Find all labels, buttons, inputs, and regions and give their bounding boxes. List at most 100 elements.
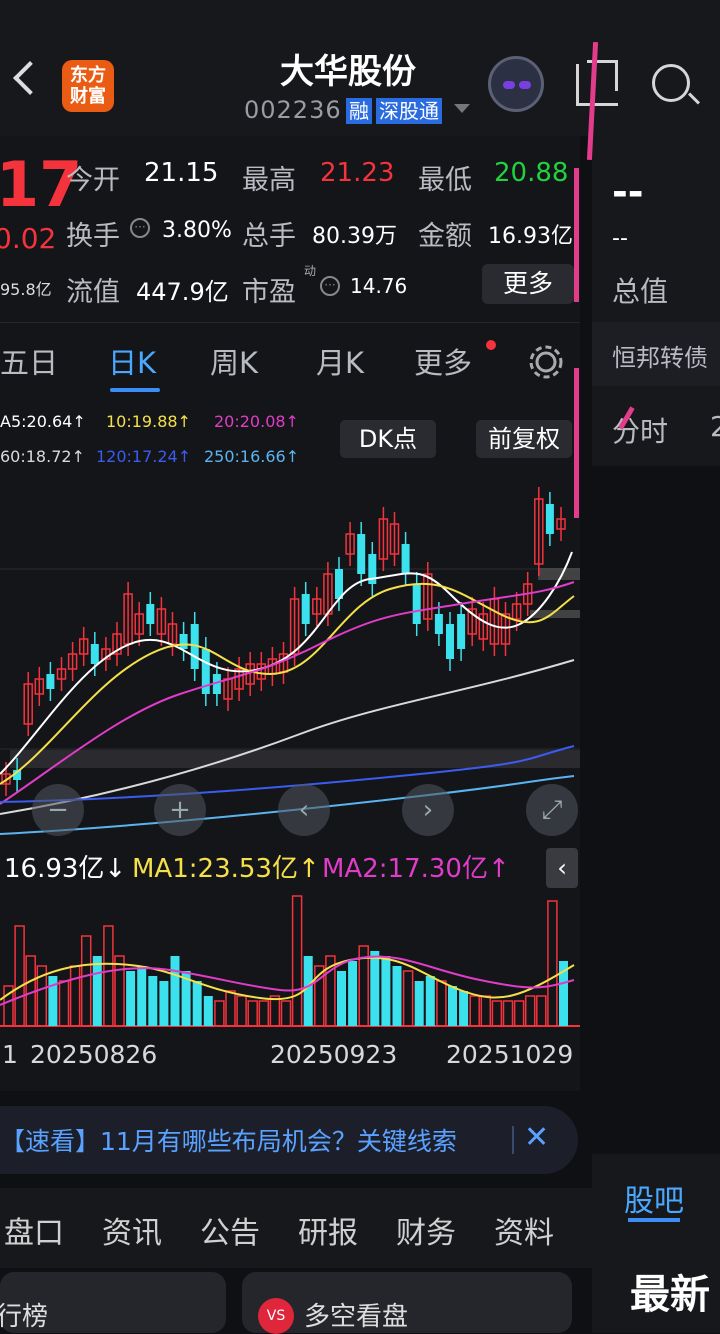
volume-bar (425, 976, 435, 1026)
date-label: 1 (2, 1040, 18, 1069)
fullscreen-icon[interactable]: ⤢ (526, 784, 578, 836)
volume-bar (203, 996, 213, 1026)
candle (146, 592, 155, 636)
stock-code: 002236 (244, 96, 342, 124)
tab-news[interactable]: 资讯 (102, 1208, 162, 1252)
volume-bar (69, 965, 81, 1027)
latest-label: 最新 (630, 1272, 710, 1318)
share-icon[interactable] (576, 60, 618, 106)
volume-bar (148, 976, 158, 1026)
candle (357, 522, 366, 586)
candle (156, 597, 167, 646)
tab-research[interactable]: 研报 (298, 1208, 358, 1252)
date-label: 20250826 (30, 1040, 158, 1069)
turnover-label: 换手 (66, 221, 120, 252)
side-fenshi-tab[interactable]: 分时 (612, 410, 668, 450)
volume-bar (214, 1000, 225, 1027)
volume-bar (192, 981, 202, 1026)
volume-bar (547, 900, 558, 1027)
price-change: 0.02 (0, 222, 57, 255)
float-label: 流值 (66, 277, 120, 308)
volume-bar (280, 1000, 292, 1027)
high-value: 21.23 (320, 158, 395, 188)
volume-bar (337, 971, 346, 1026)
caret-down-icon[interactable] (454, 104, 470, 113)
volume-bar (137, 966, 147, 1026)
candle (23, 672, 33, 736)
volume-bar (381, 956, 391, 1026)
low-label: 最低 (418, 165, 472, 196)
divider (512, 1126, 514, 1154)
candle (500, 602, 511, 656)
candle (223, 667, 233, 711)
amount-value: 16.93亿 (488, 224, 573, 249)
tab-finance[interactable]: 财务 (396, 1208, 456, 1252)
float-value: 447.9亿 (136, 278, 229, 306)
volume-current: 16.93亿↓ (4, 854, 127, 884)
settings-gear-icon[interactable] (526, 342, 566, 382)
candle (78, 627, 89, 666)
market-cap: 95.8亿 (0, 280, 52, 299)
volume-ma2: MA2:17.30亿↑ (322, 854, 510, 884)
volume-bar (502, 1000, 514, 1027)
collapse-chevron-icon[interactable]: ‹ (546, 848, 578, 888)
vs-icon: VS (258, 1298, 294, 1334)
ma20-label: 20:20.08↑ (214, 412, 299, 431)
bull-bear-label: 多空看盘 (304, 1302, 409, 1332)
news-text[interactable]: 【速看】11月有哪些布局机会？关键线索 (0, 1122, 510, 1158)
guba-underline (628, 1218, 680, 1222)
zoom-out-icon[interactable]: − (32, 784, 84, 836)
scroll-left-icon[interactable]: ‹ (278, 784, 330, 836)
candle (67, 642, 78, 681)
price-adjust-button[interactable]: 前复权 (476, 420, 572, 458)
volume-bar (103, 925, 114, 1027)
candle (56, 657, 67, 691)
tab-five-day[interactable]: 五日 (0, 340, 58, 382)
volume-bar (402, 970, 414, 1027)
red-dot-badge (486, 340, 496, 350)
dk-point-button[interactable]: DK点 (340, 420, 436, 458)
tab-more[interactable]: 更多 (414, 340, 472, 382)
volume-bar (348, 961, 358, 1026)
date-label: 20250923 (270, 1040, 398, 1069)
candle (534, 487, 544, 576)
volume-bar (536, 995, 547, 1027)
side-extra: 2 (710, 410, 720, 443)
info-icon-pe[interactable]: ··· (320, 276, 340, 296)
candle (446, 612, 454, 671)
pe-value: 14.76 (350, 274, 408, 298)
zoom-in-icon[interactable]: + (154, 784, 206, 836)
candle (545, 492, 554, 546)
volume-bar (126, 971, 136, 1026)
volume-ma1: MA1:23.53亿↑ (132, 854, 320, 884)
tab-daily-k[interactable]: 日K (108, 340, 156, 382)
tab-monthly-k[interactable]: 月K (316, 340, 364, 382)
volume-bar (114, 955, 125, 1027)
tab-profile[interactable]: 资料 (494, 1208, 554, 1252)
candle (478, 602, 489, 651)
scroll-right-icon[interactable]: › (402, 784, 454, 836)
close-icon[interactable]: ✕ (524, 1120, 549, 1155)
rank-card-label: 行榜 (0, 1302, 49, 1332)
assistant-avatar-icon[interactable] (488, 56, 544, 112)
candle (301, 582, 310, 636)
volume-bar (436, 980, 447, 1027)
candle (134, 602, 144, 646)
guba-tab[interactable]: 股吧 (624, 1176, 684, 1220)
volume-bar (448, 986, 457, 1026)
volume-bar (414, 981, 424, 1026)
candle (423, 562, 433, 631)
volume-bar (159, 981, 169, 1026)
search-icon[interactable] (652, 64, 690, 102)
tab-weekly-k[interactable]: 周K (210, 340, 258, 382)
info-icon[interactable]: ··· (130, 218, 150, 238)
more-button[interactable]: 更多 (482, 264, 574, 304)
ma-line (0, 551, 573, 775)
open-label: 今开 (66, 165, 120, 196)
low-value: 20.88 (494, 158, 569, 188)
volume-bar (480, 995, 492, 1027)
candle (179, 622, 188, 661)
tab-announcement[interactable]: 公告 (200, 1208, 260, 1252)
candle (467, 597, 477, 646)
tab-pankou[interactable]: 盘口 (4, 1208, 64, 1252)
